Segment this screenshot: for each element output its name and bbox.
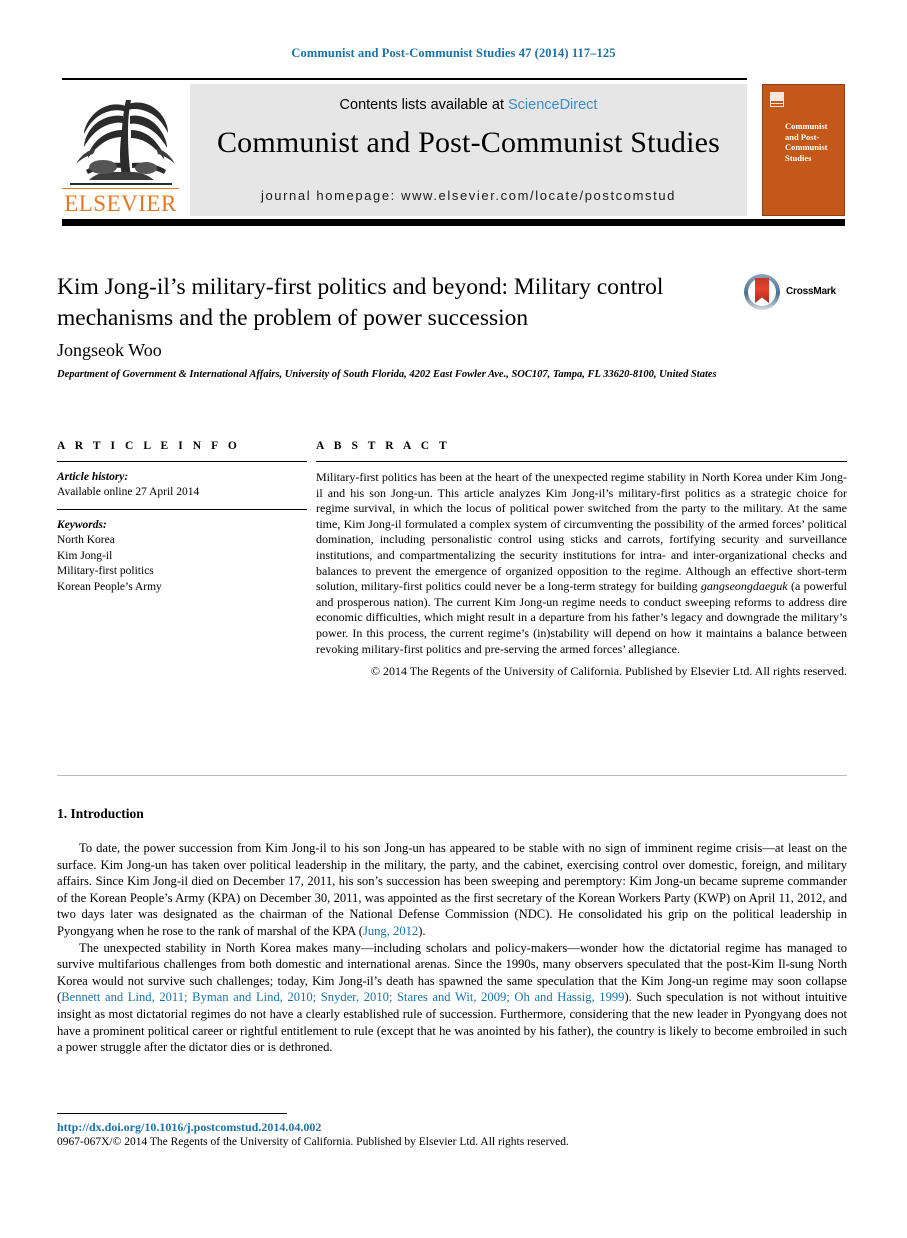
paragraph-2: The unexpected stability in North Korea … — [57, 940, 847, 1056]
abstract-text: Military-first politics has been at the … — [316, 470, 847, 680]
article-info-column: A R T I C L E I N F O Article history: A… — [57, 440, 307, 604]
elsevier-wordmark: ELSEVIER — [62, 188, 179, 217]
article-history-label: Article history: — [57, 471, 129, 483]
paragraph-1-text-b: ). — [418, 923, 426, 938]
abstract-rule — [316, 461, 847, 462]
abstract-column: A B S T R A C T Military-first politics … — [316, 440, 847, 680]
keyword-item: Military-first politics — [57, 565, 154, 577]
cover-emblem-icon — [770, 92, 784, 107]
body-text: To date, the power succession from Kim J… — [57, 840, 847, 1056]
citation-link[interactable]: Jung, 2012 — [363, 924, 418, 938]
abstract-heading: A B S T R A C T — [316, 440, 451, 452]
journal-title: Communist and Post-Communist Studies — [216, 126, 721, 159]
article-info-rule-mid — [57, 509, 307, 510]
doi-link[interactable]: http://dx.doi.org/10.1016/j.postcomstud.… — [57, 1120, 321, 1135]
article-info-rule-top — [57, 461, 307, 462]
elsevier-logo: ELSEVIER — [62, 84, 179, 216]
article-first-page: Communist and Post-Communist Studies 47 … — [0, 0, 907, 1238]
paragraph-1: To date, the power succession from Kim J… — [57, 840, 847, 940]
keywords-label: Keywords: — [57, 519, 107, 531]
citation-link[interactable]: Bennett and Lind, 2011; Byman and Lind, … — [61, 990, 624, 1004]
keywords-list: North Korea Kim Jong-il Military-first p… — [57, 533, 307, 595]
contents-prefix: Contents lists available at — [339, 97, 508, 113]
sciencedirect-link[interactable]: ScienceDirect — [508, 97, 597, 113]
cover-title: Communist and Post-Communist Studies — [785, 121, 828, 163]
article-info-heading: A R T I C L E I N F O — [57, 440, 241, 452]
author-affiliation: Department of Government & International… — [57, 369, 717, 380]
article-history-block: Article history: Available online 27 Apr… — [57, 470, 307, 500]
elsevier-tree-icon — [66, 84, 176, 188]
sciencedirect-banner: Contents lists available at ScienceDirec… — [190, 84, 747, 216]
journal-masthead: ELSEVIER Contents lists available at Sci… — [62, 78, 845, 226]
article-history-value: Available online 27 April 2014 — [57, 486, 200, 498]
footer-rule — [57, 1113, 287, 1114]
page-title: Kim Jong-il’s military-first politics an… — [57, 274, 664, 331]
crossmark-label: CrossMark — [786, 286, 836, 297]
journal-cover-thumbnail[interactable]: Communist and Post-Communist Studies — [762, 84, 845, 216]
masthead-top-rule — [62, 78, 747, 80]
author-name: Jongseok Woo — [57, 340, 162, 360]
abstract-part-1: Military-first politics has been at the … — [316, 470, 847, 594]
abstract-italic-term: gangseongdaeguk — [700, 579, 788, 594]
keyword-item: North Korea — [57, 534, 115, 546]
keyword-item: Korean People’s Army — [57, 580, 162, 593]
masthead-bottom-rule — [62, 219, 845, 226]
body-separator-rule — [57, 775, 847, 776]
abstract-copyright: © 2014 The Regents of the University of … — [370, 664, 847, 679]
running-head: Communist and Post-Communist Studies 47 … — [291, 46, 616, 60]
crossmark-badge[interactable]: CrossMark — [742, 272, 847, 312]
section-heading-introduction: 1. Introduction — [57, 806, 144, 821]
keyword-item: Kim Jong-il — [57, 549, 113, 562]
crossmark-icon — [744, 274, 780, 310]
contents-available-line: Contents lists available at ScienceDirec… — [190, 97, 747, 113]
keywords-block: Keywords: North Korea Kim Jong-il Milita… — [57, 518, 307, 595]
paragraph-1-text-a: To date, the power succession from Kim J… — [57, 841, 847, 938]
issn-copyright-line: 0967-067X/© 2014 The Regents of the Univ… — [57, 1136, 569, 1148]
journal-homepage-link[interactable]: journal homepage: www.elsevier.com/locat… — [190, 188, 747, 203]
